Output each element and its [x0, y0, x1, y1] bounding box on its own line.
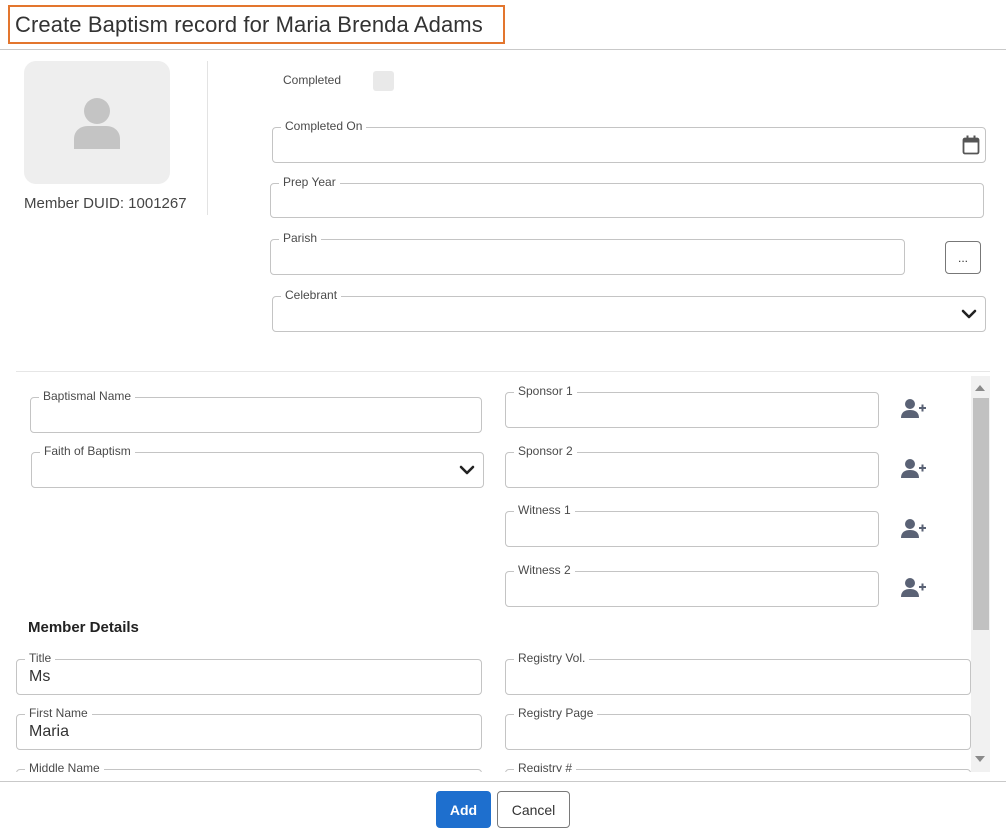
dialog-title: Create Baptism record for Maria Brenda A…: [15, 12, 483, 37]
parish-label: Parish: [279, 231, 322, 245]
user-plus-icon[interactable]: [901, 398, 927, 420]
faith-of-baptism-label: Faith of Baptism: [40, 444, 135, 458]
registry-page-label: Registry Page: [514, 706, 598, 720]
sponsor-1-label: Sponsor 1: [514, 384, 577, 398]
faith-of-baptism-select[interactable]: Faith of Baptism: [31, 444, 484, 488]
first-name-label: First Name: [25, 706, 92, 720]
scroll-content: Baptismal Name Faith of Baptism Sponsor …: [0, 372, 971, 772]
celebrant-label: Celebrant: [281, 288, 342, 302]
calendar-icon[interactable]: [962, 135, 980, 155]
completed-checkbox[interactable]: [373, 71, 394, 91]
scrollbar-thumb[interactable]: [973, 398, 989, 630]
registry-page-field[interactable]: Registry Page: [505, 706, 971, 750]
dialog-title-highlight: Create Baptism record for Maria Brenda A…: [8, 5, 505, 44]
baptismal-name-field[interactable]: Baptismal Name: [30, 389, 482, 433]
completed-on-field[interactable]: Completed On: [272, 119, 986, 163]
cancel-button[interactable]: Cancel: [497, 791, 570, 828]
add-button[interactable]: Add: [436, 791, 491, 828]
middle-name-field[interactable]: Middle Name: [16, 761, 482, 772]
witness-2-field[interactable]: Witness 2: [505, 563, 879, 607]
completed-label: Completed: [283, 73, 342, 87]
completed-on-label: Completed On: [281, 119, 367, 133]
user-plus-icon[interactable]: [901, 518, 927, 540]
person-placeholder-icon: [74, 98, 120, 149]
registry-number-label: Registry #: [514, 761, 577, 772]
title-value: Ms: [29, 668, 51, 685]
prep-year-field[interactable]: Prep Year: [270, 175, 984, 218]
first-name-value: Maria: [29, 723, 70, 740]
title-label: Title: [25, 651, 56, 665]
footer-divider: [0, 781, 1006, 782]
user-plus-icon[interactable]: [901, 577, 927, 599]
header-divider: [0, 49, 1006, 50]
chevron-down-icon: [961, 309, 977, 319]
witness-1-field[interactable]: Witness 1: [505, 503, 879, 547]
vertical-divider: [207, 61, 208, 215]
user-plus-icon[interactable]: [901, 458, 927, 480]
prep-year-label: Prep Year: [279, 175, 340, 189]
sponsor-1-field[interactable]: Sponsor 1: [505, 384, 879, 428]
title-field[interactable]: Title Ms: [16, 651, 482, 695]
chevron-down-icon: [459, 465, 475, 475]
first-name-field[interactable]: First Name Maria: [16, 706, 482, 750]
baptismal-name-label: Baptismal Name: [39, 389, 136, 403]
scroll-down-arrow-icon[interactable]: [975, 756, 985, 762]
sponsor-2-label: Sponsor 2: [514, 444, 577, 458]
witness-1-label: Witness 1: [514, 503, 575, 517]
member-details-heading: Member Details: [28, 619, 139, 636]
celebrant-select[interactable]: Celebrant: [272, 288, 986, 332]
registry-number-field[interactable]: Registry #: [505, 761, 971, 772]
sponsor-2-field[interactable]: Sponsor 2: [505, 444, 879, 488]
registry-vol-label: Registry Vol.: [514, 651, 590, 665]
parish-lookup-button[interactable]: ...: [945, 241, 981, 274]
parish-field[interactable]: Parish: [270, 231, 905, 275]
member-avatar: [24, 61, 170, 184]
registry-vol-field[interactable]: Registry Vol.: [505, 651, 971, 695]
witness-2-label: Witness 2: [514, 563, 575, 577]
middle-name-label: Middle Name: [25, 761, 104, 772]
member-duid: Member DUID: 1001267: [24, 195, 187, 212]
scroll-up-arrow-icon[interactable]: [975, 385, 985, 391]
